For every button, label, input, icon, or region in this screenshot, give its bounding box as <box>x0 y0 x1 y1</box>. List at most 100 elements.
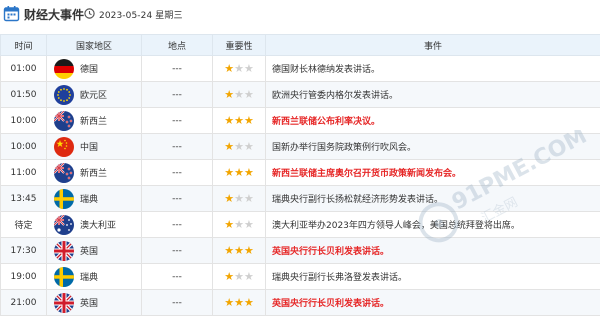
place-cell: --- <box>142 238 213 264</box>
place-cell: --- <box>142 186 213 212</box>
star-icon: ★ <box>224 192 234 205</box>
page-title: 财经大事件 <box>24 6 84 23</box>
country-label: 德国 <box>80 62 98 75</box>
column-header-event: 事件 <box>266 35 600 56</box>
time-cell: 10:00 <box>1 108 47 134</box>
place-cell: --- <box>142 108 213 134</box>
event-cell: 澳大利亚举办2023年四方领导人峰会，美国总统拜登将出席。 <box>266 212 600 238</box>
country-label: 瑞典 <box>80 192 98 205</box>
country-cell: 瑞典 <box>47 186 142 212</box>
star-icon: ★ <box>234 140 244 153</box>
sweden-flag-icon <box>54 267 74 287</box>
country-cell: 德国 <box>47 56 142 82</box>
table-header-row: 时间 国家地区 地点 重要性 事件 <box>1 35 600 56</box>
event-cell: 德国财长林德纳发表讲话。 <box>266 56 600 82</box>
australia-flag-icon <box>54 215 74 235</box>
star-icon: ★ <box>244 244 254 257</box>
time-cell: 17:30 <box>1 238 47 264</box>
calendar-icon <box>3 5 20 22</box>
star-icon: ★ <box>244 62 254 75</box>
star-icon: ★ <box>234 244 244 257</box>
place-cell: --- <box>142 82 213 108</box>
table-row: 01:00德国---★★★德国财长林德纳发表讲话。 <box>1 56 600 82</box>
time-cell: 21:00 <box>1 290 47 316</box>
event-cell: 新西兰联储公布利率决议。 <box>266 108 600 134</box>
star-icon: ★ <box>234 270 244 283</box>
star-icon: ★ <box>234 192 244 205</box>
country-cell: 中国 <box>47 134 142 160</box>
place-cell: --- <box>142 134 213 160</box>
country-label: 英国 <box>80 244 98 257</box>
germany-flag-icon <box>54 59 74 79</box>
importance-cell: ★★★ <box>213 212 266 238</box>
table-row: 21:00英国---★★★英国央行行长贝利发表讲话。 <box>1 290 600 316</box>
newzealand-flag-icon <box>54 163 74 183</box>
star-icon: ★ <box>234 296 244 309</box>
star-icon: ★ <box>224 88 234 101</box>
country-cell: 英国 <box>47 238 142 264</box>
importance-cell: ★★★ <box>213 56 266 82</box>
event-cell: 国新办举行国务院政策例行吹风会。 <box>266 134 600 160</box>
place-cell: --- <box>142 160 213 186</box>
country-cell: 新西兰 <box>47 108 142 134</box>
star-icon: ★ <box>244 296 254 309</box>
events-table: 时间 国家地区 地点 重要性 事件 01:00德国---★★★德国财长林德纳发表… <box>0 34 600 316</box>
importance-cell: ★★★ <box>213 134 266 160</box>
uk-flag-icon <box>54 293 74 313</box>
star-icon: ★ <box>224 296 234 309</box>
star-icon: ★ <box>234 218 244 231</box>
importance-cell: ★★★ <box>213 238 266 264</box>
country-label: 瑞典 <box>80 270 98 283</box>
event-cell: 英国央行行长贝利发表讲话。 <box>266 290 600 316</box>
header-bar: 财经大事件 2023-05-24 星期三 <box>0 0 600 28</box>
country-cell: 欧元区 <box>47 82 142 108</box>
star-icon: ★ <box>244 166 254 179</box>
time-cell: 19:00 <box>1 264 47 290</box>
star-icon: ★ <box>224 166 234 179</box>
column-header-time: 时间 <box>1 35 47 56</box>
country-label: 澳大利亚 <box>80 218 116 231</box>
country-cell: 新西兰 <box>47 160 142 186</box>
event-cell: 新西兰联储主席奥尔召开货币政策新闻发布会。 <box>266 160 600 186</box>
country-cell: 瑞典 <box>47 264 142 290</box>
china-flag-icon <box>54 137 74 157</box>
table-row: 19:00 瑞典 ---★★★瑞典央行副行长弗洛登发表讲话。 <box>1 264 600 290</box>
table-row: 01:50欧元区---★★★欧洲央行管委内格尔发表讲话。 <box>1 82 600 108</box>
column-header-country: 国家地区 <box>47 35 142 56</box>
star-icon: ★ <box>224 244 234 257</box>
country-label: 中国 <box>80 140 98 153</box>
star-icon: ★ <box>244 140 254 153</box>
event-cell: 瑞典央行副行长弗洛登发表讲话。 <box>266 264 600 290</box>
importance-cell: ★★★ <box>213 264 266 290</box>
importance-cell: ★★★ <box>213 82 266 108</box>
time-cell: 11:00 <box>1 160 47 186</box>
star-icon: ★ <box>224 218 234 231</box>
place-cell: --- <box>142 264 213 290</box>
table-row: 10:00中国---★★★国新办举行国务院政策例行吹风会。 <box>1 134 600 160</box>
table-row: 17:30英国---★★★英国央行行长贝利发表讲话。 <box>1 238 600 264</box>
star-icon: ★ <box>234 166 244 179</box>
star-icon: ★ <box>244 114 254 127</box>
importance-cell: ★★★ <box>213 186 266 212</box>
star-icon: ★ <box>224 114 234 127</box>
country-cell: 英国 <box>47 290 142 316</box>
table-row: 待定澳大利亚---★★★澳大利亚举办2023年四方领导人峰会，美国总统拜登将出席… <box>1 212 600 238</box>
sweden-flag-icon <box>54 189 74 209</box>
country-label: 欧元区 <box>80 88 107 101</box>
time-cell: 01:50 <box>1 82 47 108</box>
star-icon: ★ <box>224 140 234 153</box>
star-icon: ★ <box>224 62 234 75</box>
time-cell: 01:00 <box>1 56 47 82</box>
time-cell: 10:00 <box>1 134 47 160</box>
date-label: 2023-05-24 星期三 <box>99 8 183 21</box>
newzealand-flag-icon <box>54 111 74 131</box>
star-icon: ★ <box>244 192 254 205</box>
star-icon: ★ <box>234 88 244 101</box>
importance-cell: ★★★ <box>213 290 266 316</box>
table-row: 10:00新西兰---★★★新西兰联储公布利率决议。 <box>1 108 600 134</box>
star-icon: ★ <box>234 62 244 75</box>
place-cell: --- <box>142 290 213 316</box>
column-header-importance: 重要性 <box>213 35 266 56</box>
importance-cell: ★★★ <box>213 108 266 134</box>
time-cell: 13:45 <box>1 186 47 212</box>
